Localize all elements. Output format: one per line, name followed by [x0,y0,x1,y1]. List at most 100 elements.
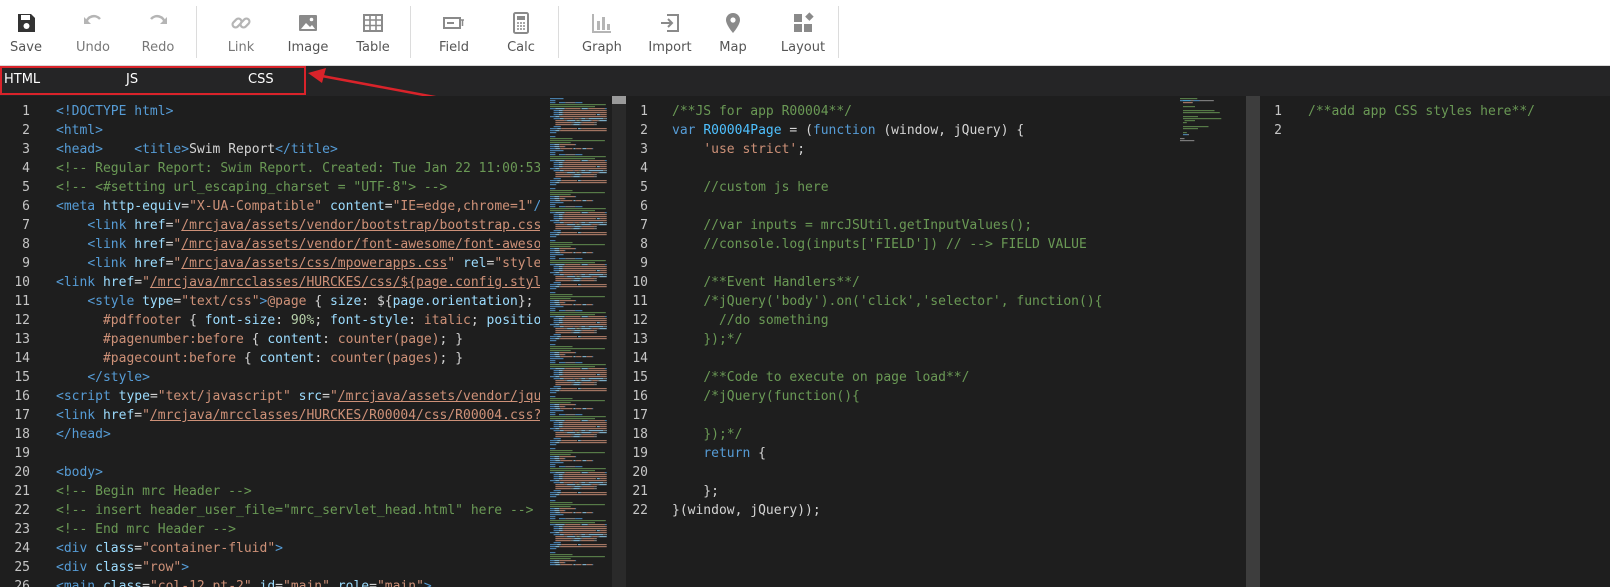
link-icon [231,17,251,29]
layout-button[interactable]: Layout [772,0,834,66]
minimap-mark [559,248,560,250]
minimap-mark [559,564,561,566]
image-button[interactable]: Image [280,0,336,66]
minimap-mark [563,530,565,532]
minimap-mark [581,128,583,130]
undo-button[interactable]: Undo [66,0,120,66]
calc-button[interactable]: Calc [494,0,548,66]
minimap-mark [561,232,577,234]
map-marker-icon [726,13,740,33]
minimap-mark [559,460,561,462]
minimap-mark [550,522,595,524]
code-token: class [95,541,135,556]
html-scrollbar[interactable] [612,96,626,587]
minimap-mark [599,172,607,174]
minimap-mark [564,216,607,218]
js-editor[interactable]: 1/**JS for app R00004**/2 var R00004Page … [628,96,1178,587]
html-editor[interactable]: 1 <!DOCTYPE html> 2 <html> 3 <head> <title>Sw… [0,96,540,587]
minimap-mark [580,174,583,176]
table-button[interactable]: Table [346,0,400,66]
minimap-mark [575,148,577,150]
minimap-mark [564,218,595,220]
minimap-mark [550,412,556,414]
minimap-mark [550,520,606,522]
code-token: = [181,199,190,214]
html-scrollbar-thumb[interactable] [612,96,626,104]
minimap-mark [559,214,563,216]
minimap-mark [559,144,576,146]
minimap-mark [579,276,582,278]
link-button[interactable]: Link [214,0,268,66]
minimap-mark [580,492,582,494]
minimap-mark [559,182,561,184]
minimap-mark [585,326,589,328]
code-token: = [384,199,393,214]
save-button[interactable]: Save [0,0,52,66]
code-line: 3 'use strict'; [628,140,1102,159]
minimap-mark [562,268,564,270]
code-line: 11 /*jQuery('body').on('click','selector… [628,292,1102,311]
minimap-mark [579,436,582,438]
code-token: = [275,579,283,587]
code-token: <!-- Regular Report: Swim Report. Create… [56,161,540,176]
code-token: }; [517,294,540,309]
layout-label: Layout [780,40,826,55]
minimap-mark [582,200,586,202]
minimap-mark [559,164,563,166]
minimap-mark [605,118,607,120]
minimap-mark [567,328,576,330]
code-token: type [118,389,150,404]
html-minimap[interactable] [550,96,608,587]
minimap-mark [580,486,583,488]
minimap-mark [599,328,607,330]
minimap-mark [582,330,595,332]
field-button[interactable]: Field [426,0,482,66]
map-button[interactable]: Map [706,0,760,66]
calculator-icon [513,12,529,34]
minimap-mark [1199,100,1214,102]
minimap-mark [577,388,581,390]
minimap-mark [567,224,576,226]
code-token: /mrcjava/mrcclasses/HURCKES/css/${page.c… [149,275,540,290]
css-editor[interactable]: 1 /**add app CSS styles here**/ 2 [1262,96,1610,587]
minimap-mark [578,274,582,276]
minimap-mark [580,232,582,234]
minimap-mark [553,274,560,276]
minimap-mark [587,368,589,370]
minimap-mark [1183,132,1187,134]
minimap-mark [550,364,606,366]
code-token: var [672,123,704,138]
minimap-mark [554,508,559,510]
minimap-mark [1183,134,1188,136]
import-button[interactable]: Import [642,0,698,66]
minimap-mark [605,482,607,484]
line-number: 17 [14,408,30,423]
minimap-mark [582,408,586,410]
minimap-mark [581,540,595,542]
minimap-mark [575,196,577,198]
minimap-mark [564,370,606,372]
minimap-mark [564,110,606,112]
redo-button[interactable]: Redo [130,0,186,66]
minimap-mark [560,376,607,378]
js-scrollbar-thumb[interactable] [1246,96,1260,587]
minimap-mark [592,564,594,566]
graph-button[interactable]: Graph [574,0,630,66]
minimap-mark [582,564,586,566]
minimap-mark [559,390,561,392]
minimap-mark [550,150,564,152]
minimap-mark [564,270,595,272]
code-line: 8 <link href="/mrcjava/assets/vendor/fon… [0,235,540,254]
js-minimap[interactable] [1180,96,1238,587]
minimap-mark [590,536,593,538]
minimap-mark [550,368,556,370]
minimap-mark [553,424,559,426]
minimap-mark [559,352,576,354]
minimap-mark [585,534,589,536]
line-number: 16 [632,389,648,404]
minimap-mark [603,378,606,380]
minimap-mark [582,128,607,130]
minimap-mark [555,420,565,422]
